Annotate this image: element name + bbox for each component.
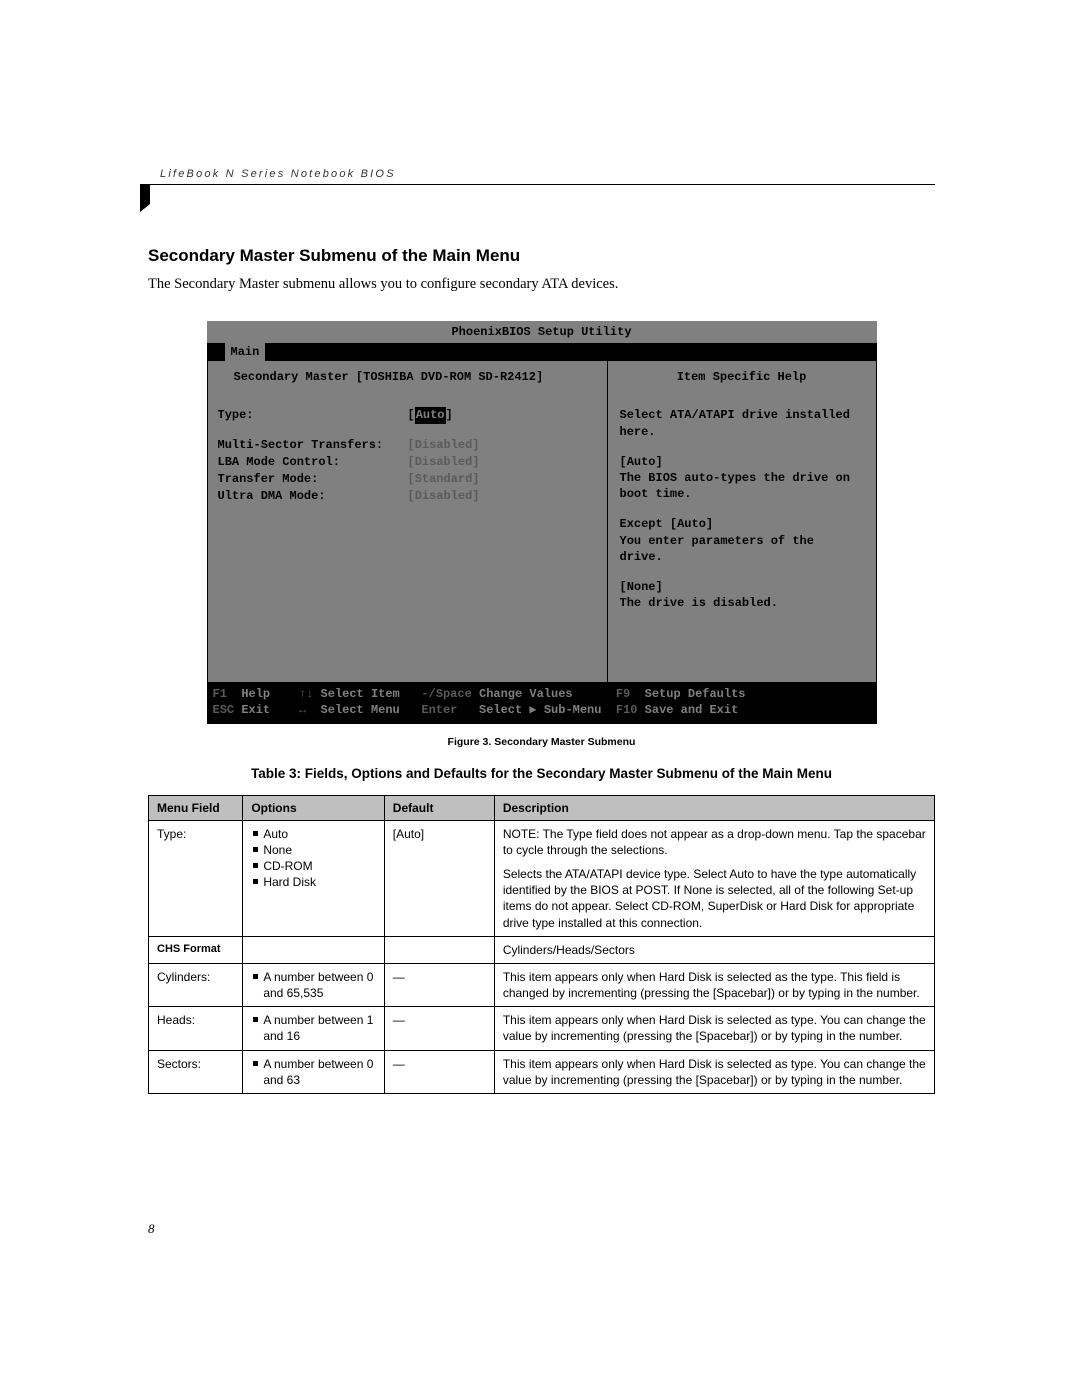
bracket-open: [ (408, 407, 415, 423)
table-row: Cylinders:A number between 0 and 65,535 —… (149, 963, 935, 1006)
table-row: Sectors:A number between 0 and 63 — This i… (149, 1050, 935, 1093)
header-accent (140, 184, 150, 212)
description-text: This item appears only when Hard Disk is… (503, 1056, 926, 1088)
cell-description: This item appears only when Hard Disk is… (494, 1050, 934, 1093)
field-ultra-dma: Ultra DMA Mode: [Disabled] (218, 488, 597, 504)
section-intro: The Secondary Master submenu allows you … (148, 276, 935, 293)
field-label: Ultra DMA Mode: (218, 488, 408, 504)
field-lba-mode: LBA Mode Control: [Disabled] (218, 454, 597, 470)
footer-text: Setup Defaults (645, 686, 746, 702)
field-type[interactable]: Type: [Auto] (218, 407, 597, 423)
th-description: Description (494, 795, 934, 820)
field-label: LBA Mode Control: (218, 454, 408, 470)
cell-options: A number between 0 and 63 (243, 1050, 384, 1093)
option-item: A number between 0 and 65,535 (251, 969, 375, 1001)
footer-text: Exit (241, 702, 270, 718)
table-header-row: Menu Field Options Default Description (149, 795, 935, 820)
cell-default: — (384, 963, 494, 1006)
option-item: None (251, 842, 375, 858)
description-text: Cylinders/Heads/Sectors (503, 942, 926, 958)
option-item: Hard Disk (251, 874, 375, 890)
section-title: Secondary Master Submenu of the Main Men… (148, 246, 935, 266)
description-text: This item appears only when Hard Disk is… (503, 969, 926, 1001)
field-multi-sector: Multi-Sector Transfers: [Disabled] (218, 437, 597, 453)
page-number: 8 (148, 1221, 155, 1237)
field-label: Transfer Mode: (218, 471, 408, 487)
footer-key: ESC (213, 702, 235, 718)
bracket-close: ] (446, 407, 453, 423)
footer-text: Change Values (479, 686, 573, 702)
cell-options: A number between 1 and 16 (243, 1007, 384, 1050)
th-menu-field: Menu Field (149, 795, 243, 820)
footer-text: Save and Exit (645, 702, 739, 718)
footer-text: Help (241, 686, 270, 702)
field-value: [Standard] (408, 471, 480, 487)
description-text: NOTE: The Type field does not appear as … (503, 826, 926, 858)
table-row: Heads:A number between 1 and 16 — This ite… (149, 1007, 935, 1050)
footer-key: -/Space (421, 686, 471, 702)
help-text: Except [Auto]You enter parameters of the… (620, 516, 864, 565)
bios-footer: F1 Help ↑↓ Select Item -/Space Change Va… (207, 683, 877, 723)
footer-key: ↔ (299, 702, 306, 718)
cell-default: [Auto] (384, 820, 494, 936)
footer-text: Select Menu (321, 702, 400, 718)
field-transfer-mode: Transfer Mode: [Standard] (218, 471, 597, 487)
field-value-selected: Auto (415, 407, 446, 423)
help-text: [None]The drive is disabled. (620, 579, 864, 611)
cell-menu-field: Type: (149, 820, 243, 936)
help-text: Select ATA/ATAPI drive installed here. (620, 407, 864, 439)
cell-menu-field: Cylinders: (149, 963, 243, 1006)
field-value: [Disabled] (408, 437, 480, 453)
cell-menu-field: Heads: (149, 1007, 243, 1050)
doc-series-header: LifeBook N Series Notebook BIOS (148, 168, 935, 185)
footer-key: F10 (616, 702, 638, 718)
cell-menu-field: Sectors: (149, 1050, 243, 1093)
footer-key: Enter (421, 702, 457, 718)
field-value: [Disabled] (408, 454, 480, 470)
description-text: This item appears only when Hard Disk is… (503, 1012, 926, 1044)
field-label: Multi-Sector Transfers: (218, 437, 408, 453)
footer-key: F1 (213, 686, 227, 702)
cell-description: This item appears only when Hard Disk is… (494, 963, 934, 1006)
cell-default (384, 936, 494, 963)
description-text: Selects the ATA/ATAPI device type. Selec… (503, 866, 926, 931)
option-item: Auto (251, 826, 375, 842)
fields-table: Menu Field Options Default Description T… (148, 795, 935, 1094)
cell-default: — (384, 1007, 494, 1050)
help-title: Item Specific Help (620, 369, 864, 385)
table-row: Type:AutoNoneCD-ROMHard Disk[Auto]NOTE: … (149, 820, 935, 936)
bios-tab-main[interactable]: Main (225, 343, 266, 361)
th-default: Default (384, 795, 494, 820)
cell-menu-field: CHS Format (149, 936, 243, 963)
figure-caption: Figure 3. Secondary Master Submenu (148, 736, 935, 748)
footer-key: F9 (616, 686, 630, 702)
cell-options (243, 936, 384, 963)
footer-text: Select Item (321, 686, 400, 702)
cell-description: This item appears only when Hard Disk is… (494, 1007, 934, 1050)
bios-settings-pane: Secondary Master [TOSHIBA DVD-ROM SD-R24… (208, 361, 608, 682)
footer-key: ↑↓ (299, 686, 313, 702)
cell-description: NOTE: The Type field does not appear as … (494, 820, 934, 936)
help-text: [Auto]The BIOS auto-types the drive on b… (620, 454, 864, 503)
table-title: Table 3: Fields, Options and Defaults fo… (148, 766, 935, 781)
footer-text: Select ▶ Sub-Menu (479, 702, 601, 718)
field-value: [Disabled] (408, 488, 480, 504)
field-label: Type: (218, 407, 408, 423)
bios-menu-bar: Main (207, 343, 877, 361)
option-item: A number between 1 and 16 (251, 1012, 375, 1044)
option-item: CD-ROM (251, 858, 375, 874)
cell-description: Cylinders/Heads/Sectors (494, 936, 934, 963)
bios-help-pane: Item Specific Help Select ATA/ATAPI driv… (608, 361, 876, 682)
bios-title: PhoenixBIOS Setup Utility (207, 321, 877, 343)
cell-options: AutoNoneCD-ROMHard Disk (243, 820, 384, 936)
cell-options: A number between 0 and 65,535 (243, 963, 384, 1006)
th-options: Options (243, 795, 384, 820)
option-item: A number between 0 and 63 (251, 1056, 375, 1088)
table-row: CHS Format Cylinders/Heads/Sectors (149, 936, 935, 963)
cell-default: — (384, 1050, 494, 1093)
bios-screenshot: PhoenixBIOS Setup Utility Main Secondary… (207, 321, 877, 724)
bios-subtitle: Secondary Master [TOSHIBA DVD-ROM SD-R24… (218, 369, 597, 385)
